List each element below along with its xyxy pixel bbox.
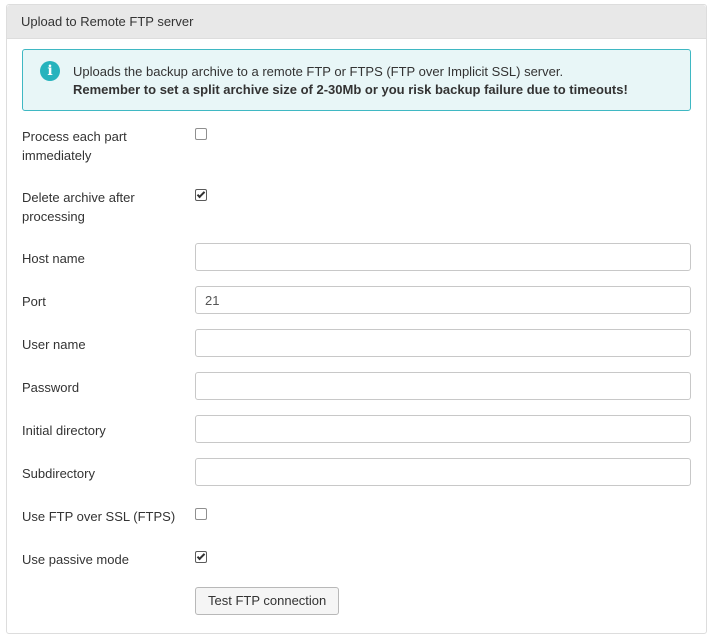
ftp-settings-panel: Upload to Remote FTP server i Uploads th…: [6, 4, 707, 634]
host-name-input[interactable]: [195, 243, 691, 271]
subdirectory-input[interactable]: [195, 458, 691, 486]
alert-warning: Remember to set a split archive size of …: [73, 82, 628, 97]
info-icon: i: [40, 61, 60, 81]
password-input[interactable]: [195, 372, 691, 400]
subdirectory-label: Subdirectory: [22, 466, 95, 481]
initial-directory-label: Initial directory: [22, 423, 106, 438]
process-each-part-label: Process each part immediately: [22, 129, 127, 163]
user-name-input[interactable]: [195, 329, 691, 357]
password-label: Password: [22, 380, 80, 395]
delete-archive-label: Delete archive after processing: [22, 190, 135, 224]
process-each-part-checkbox[interactable]: [195, 128, 207, 140]
port-input[interactable]: [195, 286, 691, 314]
initial-directory-input[interactable]: [195, 415, 691, 443]
checkmark-icon: [196, 189, 206, 199]
passive-mode-checkbox[interactable]: [195, 551, 207, 563]
info-alert: i Uploads the backup archive to a remote…: [22, 49, 691, 111]
passive-mode-label: Use passive mode: [22, 552, 129, 567]
port-label: Port: [22, 294, 46, 309]
test-ftp-connection-button[interactable]: Test FTP connection: [195, 587, 340, 615]
use-ftps-checkbox[interactable]: [195, 508, 207, 520]
delete-archive-checkbox[interactable]: [195, 189, 207, 201]
user-name-label: User name: [22, 337, 86, 352]
use-ftps-label: Use FTP over SSL (FTPS): [22, 509, 176, 524]
panel-title: Upload to Remote FTP server: [7, 5, 706, 39]
checkmark-icon: [196, 551, 206, 561]
alert-description: Uploads the backup archive to a remote F…: [73, 64, 564, 79]
host-name-label: Host name: [22, 251, 85, 266]
